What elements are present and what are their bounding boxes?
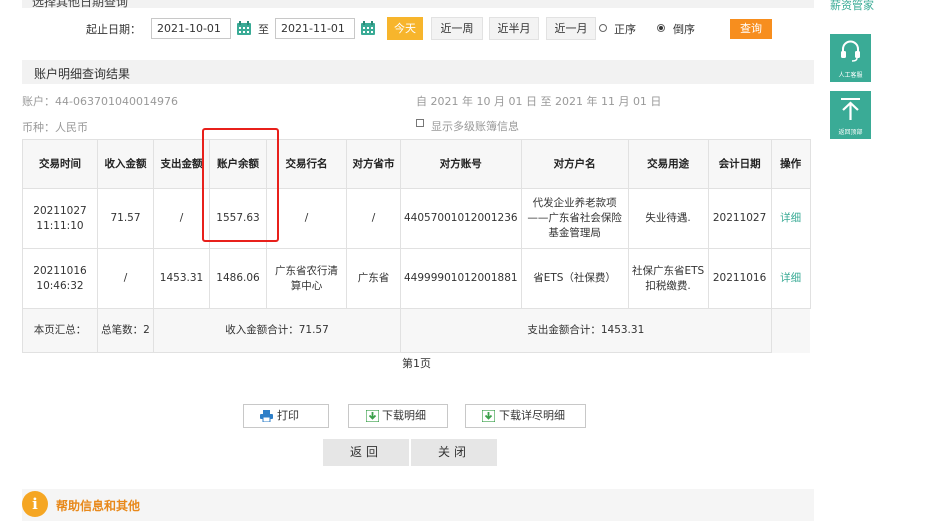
- account-number: 账户：44-063701040014976: [22, 95, 178, 108]
- top-section-bar: 选择其他日期查询: [22, 0, 814, 9]
- customer-service-label: 人工客服: [838, 72, 863, 79]
- today-button[interactable]: 今天: [387, 17, 423, 40]
- table-header-row: 交易时间 收入金额 支出金额 账户余额 交易行名 对方省市 对方账号 对方户名 …: [22, 139, 811, 189]
- print-button[interactable]: 打印: [243, 404, 329, 428]
- help-section-title: 帮助信息和其他: [56, 499, 141, 513]
- expense-total: 支出金额合计：1453.31: [400, 308, 772, 353]
- date-range-text: 自 2021 年 10 月 01 日 至 2021 年 11 月 01 日: [416, 95, 662, 108]
- header-cell: 会计日期: [707, 139, 772, 189]
- back-to-top-label: 返回顶部: [838, 129, 863, 136]
- income-cell: 71.57: [97, 188, 154, 249]
- detail-link[interactable]: 详细: [770, 248, 811, 309]
- close-button[interactable]: 关闭: [411, 439, 497, 466]
- header-cell: 交易时间: [22, 139, 98, 189]
- query-button[interactable]: 查询: [730, 19, 772, 39]
- header-cell: 对方账号: [400, 139, 522, 189]
- headset-icon: [841, 40, 860, 62]
- order-asc-radio[interactable]: [599, 24, 607, 32]
- summary-label: 本页汇总：: [22, 308, 98, 353]
- time-cell: 20211016 10:46:32: [22, 248, 98, 309]
- header-cell: 操作: [770, 139, 811, 189]
- result-section-bar: 账户明细查询结果: [22, 60, 814, 84]
- help-section-bar: i 帮助信息和其他: [22, 489, 814, 521]
- calendar-icon[interactable]: [360, 20, 376, 36]
- detail-link[interactable]: 详细: [770, 188, 811, 249]
- currency-label: 币种：人民币: [22, 121, 88, 134]
- download-detail-button[interactable]: 下载明细: [348, 404, 448, 428]
- header-cell: 收入金额: [97, 139, 154, 189]
- last-month-button[interactable]: 近一月: [546, 17, 596, 40]
- multilevel-checkbox[interactable]: [416, 119, 424, 127]
- date-to-label: 至: [258, 23, 269, 36]
- info-icon: i: [22, 491, 48, 517]
- province-cell: /: [346, 188, 401, 249]
- table-row: 20211027 11:11:10 71.57 / 1557.63 / / 44…: [22, 188, 811, 249]
- header-cell: 交易用途: [627, 139, 709, 189]
- name-cell: 省ETS（社保费）: [520, 248, 629, 309]
- back-button[interactable]: 返回: [323, 439, 409, 466]
- purpose-cell: 失业待遇.: [627, 188, 709, 249]
- purpose-cell: 社保广东省ETS扣税缴费.: [627, 248, 709, 309]
- balance-cell: 1486.06: [209, 248, 267, 309]
- download-detail-label: 下载明细: [382, 409, 426, 422]
- back-to-top-button[interactable]: 返回顶部: [830, 91, 871, 139]
- top-section-title: 选择其他日期查询: [32, 0, 129, 9]
- header-cell: 对方户名: [520, 139, 629, 189]
- order-desc-label: 倒序: [673, 23, 695, 36]
- result-section-title: 账户明细查询结果: [34, 67, 131, 81]
- sidebar-label[interactable]: 薪资管家: [830, 0, 874, 14]
- summary-row: 本页汇总： 总笔数：2 收入金额合计：71.57 支出金额合计：1453.31: [22, 308, 811, 353]
- date-range-label: 起止日期：: [86, 23, 141, 36]
- bank-cell: 广东省农行清算中心: [266, 248, 347, 309]
- date-cell: 20211016: [707, 248, 772, 309]
- download-icon: [482, 410, 495, 422]
- download-full-detail-label: 下载详尽明细: [499, 409, 565, 422]
- summary-count: 总笔数：2: [97, 308, 154, 353]
- multilevel-label: 显示多级账簿信息: [431, 120, 519, 133]
- last-week-button[interactable]: 近一周: [431, 17, 483, 40]
- customer-service-button[interactable]: 人工客服: [830, 34, 871, 82]
- order-asc-label: 正序: [614, 23, 636, 36]
- time-cell: 20211027 11:11:10: [22, 188, 98, 249]
- last-half-month-button[interactable]: 近半月: [489, 17, 539, 40]
- calendar-icon[interactable]: [236, 20, 252, 36]
- income-total: 收入金额合计：71.57: [153, 308, 401, 353]
- name-cell: 代发企业养老款项——广东省社会保险基金管理局: [520, 188, 629, 249]
- account-cell: 44999901012001881: [400, 248, 522, 309]
- date-cell: 20211027: [707, 188, 772, 249]
- expense-cell: 1453.31: [153, 248, 210, 309]
- header-cell: 对方省市: [346, 139, 401, 189]
- print-label: 打印: [277, 409, 299, 422]
- date-query-row: 起止日期： 2021-10-01 至 2021-11-01 今天 近一周 近半月…: [22, 16, 814, 42]
- download-icon: [366, 410, 379, 422]
- balance-highlight-box: [202, 128, 279, 242]
- account-cell: 44057001012001236: [400, 188, 522, 249]
- summary-blank: [771, 308, 811, 353]
- page-indicator: 第1页: [402, 357, 431, 370]
- start-date-input[interactable]: 2021-10-01: [151, 18, 231, 39]
- province-cell: 广东省: [346, 248, 401, 309]
- table-row: 20211016 10:46:32 / 1453.31 1486.06 广东省农…: [22, 248, 811, 309]
- transaction-table: 交易时间 收入金额 支出金额 账户余额 交易行名 对方省市 对方账号 对方户名 …: [22, 139, 811, 353]
- income-cell: /: [97, 248, 154, 309]
- download-full-detail-button[interactable]: 下载详尽明细: [465, 404, 586, 428]
- order-desc-radio[interactable]: [657, 24, 665, 32]
- printer-icon: [260, 410, 273, 422]
- arrow-up-icon: [841, 98, 860, 120]
- end-date-input[interactable]: 2021-11-01: [275, 18, 355, 39]
